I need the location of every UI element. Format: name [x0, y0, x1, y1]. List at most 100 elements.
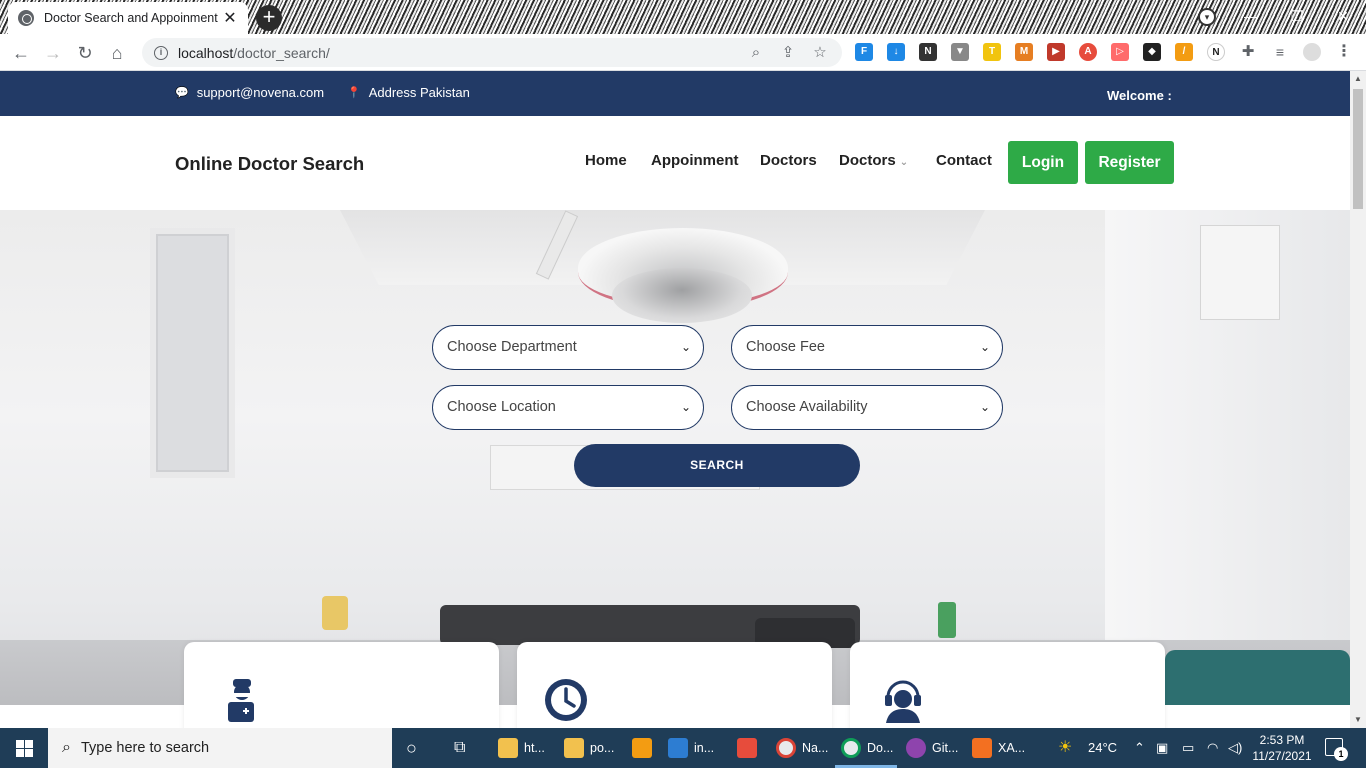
taskbar-app-chrome-1[interactable]: Na...: [776, 735, 828, 761]
weather-icon[interactable]: ☀: [1058, 728, 1072, 768]
site-info-icon[interactable]: i: [154, 45, 168, 60]
forward-button[interactable]: →: [40, 40, 66, 66]
battery-icon[interactable]: ▭: [1182, 728, 1194, 768]
chevron-down-icon: ⌄: [979, 340, 990, 354]
profile-icon[interactable]: ▾: [1198, 8, 1216, 26]
search-button[interactable]: SEARCH: [574, 444, 860, 487]
system-clock[interactable]: 2:53 PM 11/27/2021: [1246, 732, 1318, 764]
nav-appointment[interactable]: Appoinment: [651, 152, 739, 169]
news-extension-icon[interactable]: N: [919, 43, 937, 61]
profile-avatar-icon[interactable]: [1303, 43, 1321, 61]
reload-button[interactable]: ↻: [72, 40, 98, 66]
browser-tab-strip: Doctor Search and Appoinment ✕ + ▾ — ❐ ✕: [0, 0, 1366, 34]
windows-start-button[interactable]: [0, 728, 48, 768]
notification-center-icon[interactable]: 1: [1325, 738, 1348, 761]
video-extension-icon[interactable]: ▶: [1047, 43, 1065, 61]
wall-device-image: [1200, 225, 1280, 320]
scroll-up-arrow-icon[interactable]: ▲: [1350, 71, 1366, 87]
tab-title: Doctor Search and Appoinment: [44, 11, 218, 25]
chevron-down-icon: ⌄: [680, 340, 691, 354]
github-icon: [906, 738, 926, 758]
new-tab-button[interactable]: +: [256, 5, 282, 31]
top-info-bar: 💬 support@novena.com 📍 Address Pakistan …: [0, 71, 1350, 116]
nav-doctors[interactable]: Doctors: [760, 152, 817, 169]
home-button[interactable]: ⌂: [104, 40, 130, 66]
font-extension-icon[interactable]: T: [983, 43, 1001, 61]
cortana-icon[interactable]: ○: [406, 735, 417, 761]
search-icon: ⌕: [62, 739, 71, 756]
taskbar-search-input[interactable]: ⌕ Type here to search: [48, 728, 392, 768]
tray-app-icon[interactable]: ▣: [1156, 728, 1168, 768]
nav-home[interactable]: Home: [585, 152, 627, 169]
bookmark-star-icon[interactable]: ☆: [810, 43, 830, 63]
main-navbar: Online Doctor Search Home Appoinment Doc…: [0, 116, 1350, 210]
taskbar-app-vscode[interactable]: in...: [668, 735, 714, 761]
feature-card: [517, 642, 832, 728]
xampp-icon: [972, 738, 992, 758]
back-button[interactable]: ←: [8, 40, 34, 66]
fee-select[interactable]: Choose Fee ⌄: [731, 325, 1003, 370]
hero-window-image: [150, 228, 235, 478]
folder-icon: [564, 738, 584, 758]
globe-icon: [18, 10, 34, 26]
location-select[interactable]: Choose Location ⌄: [432, 385, 704, 430]
register-button[interactable]: Register: [1085, 141, 1174, 184]
taskbar-app-xampp[interactable]: XA...: [972, 735, 1025, 761]
task-view-icon[interactable]: ⧉: [454, 735, 465, 761]
availability-select[interactable]: Choose Availability ⌄: [731, 385, 1003, 430]
site-brand[interactable]: Online Doctor Search: [175, 153, 364, 175]
chevron-down-icon: ⌄: [680, 400, 691, 414]
surgical-lamp-core: [612, 268, 752, 323]
login-button[interactable]: Login: [1008, 141, 1078, 184]
tray-chevron-up-icon[interactable]: ⌃: [1134, 728, 1145, 768]
play-extension-icon[interactable]: ▷: [1111, 43, 1129, 61]
clock-icon: [545, 679, 587, 721]
taskbar-app-explorer-1[interactable]: ht...: [498, 735, 545, 761]
chevron-down-icon: ⌄: [979, 400, 990, 414]
taskbar-app-sublime[interactable]: [632, 735, 658, 761]
taskbar-app-explorer-2[interactable]: po...: [564, 735, 614, 761]
doctor-icon: [228, 679, 254, 722]
department-select[interactable]: Choose Department ⌄: [432, 325, 704, 370]
metamask-icon[interactable]: M: [1015, 43, 1033, 61]
scroll-down-arrow-icon[interactable]: ▼: [1350, 712, 1366, 728]
address-bar[interactable]: i localhost/doctor_search/ ⌕ ⇪ ☆: [142, 38, 842, 67]
minimize-button[interactable]: —: [1228, 0, 1274, 32]
office-icon: [737, 738, 757, 758]
maximize-button[interactable]: ❐: [1274, 0, 1320, 32]
cube-extension-icon[interactable]: ◆: [1143, 43, 1161, 61]
green-bottle-image: [938, 602, 956, 638]
close-window-button[interactable]: ✕: [1320, 0, 1366, 32]
extension-icon[interactable]: F: [855, 43, 873, 61]
n-extension-icon[interactable]: N: [1207, 43, 1225, 61]
weather-temperature[interactable]: 24°C: [1088, 728, 1117, 768]
menu-kebab-icon[interactable]: ⋮: [1335, 43, 1353, 61]
web-page: 💬 support@novena.com 📍 Address Pakistan …: [0, 71, 1350, 728]
extensions-puzzle-icon[interactable]: ✚: [1239, 43, 1257, 61]
browser-tab[interactable]: Doctor Search and Appoinment ✕: [8, 2, 248, 34]
brush-extension-icon[interactable]: /: [1175, 43, 1193, 61]
taskbar-app-github[interactable]: Git...: [906, 735, 958, 761]
support-email[interactable]: 💬 support@novena.com: [175, 85, 324, 100]
os-taskbar: ⌕ Type here to search ○ ⧉ ht... po... in…: [0, 728, 1366, 768]
taskbar-app-office[interactable]: [737, 735, 763, 761]
address-info: 📍 Address Pakistan: [347, 85, 470, 100]
wifi-icon[interactable]: ◠: [1207, 728, 1218, 768]
share-icon[interactable]: ⇪: [778, 43, 798, 63]
adblock-icon[interactable]: A: [1079, 43, 1097, 61]
tab-close-button[interactable]: ✕: [222, 8, 238, 28]
scrollbar-thumb[interactable]: [1353, 89, 1363, 209]
page-scrollbar[interactable]: ▲ ▼: [1350, 71, 1366, 728]
volume-icon[interactable]: ◁): [1228, 728, 1242, 768]
url-text[interactable]: localhost/doctor_search/: [178, 45, 734, 61]
download-extension-icon[interactable]: ↓: [887, 43, 905, 61]
chrome-icon: [841, 738, 861, 758]
media-control-icon[interactable]: ≡: [1271, 43, 1289, 61]
vpn-extension-icon[interactable]: ▼: [951, 43, 969, 61]
zoom-icon[interactable]: ⌕: [746, 43, 766, 63]
nav-contact[interactable]: Contact: [936, 152, 992, 169]
nav-doctors-dropdown[interactable]: Doctors ⌄: [839, 152, 908, 169]
chat-bubble-icon: 💬: [175, 87, 189, 99]
chevron-down-icon: ⌄: [899, 157, 909, 168]
taskbar-app-chrome-2[interactable]: Do...: [841, 735, 893, 761]
